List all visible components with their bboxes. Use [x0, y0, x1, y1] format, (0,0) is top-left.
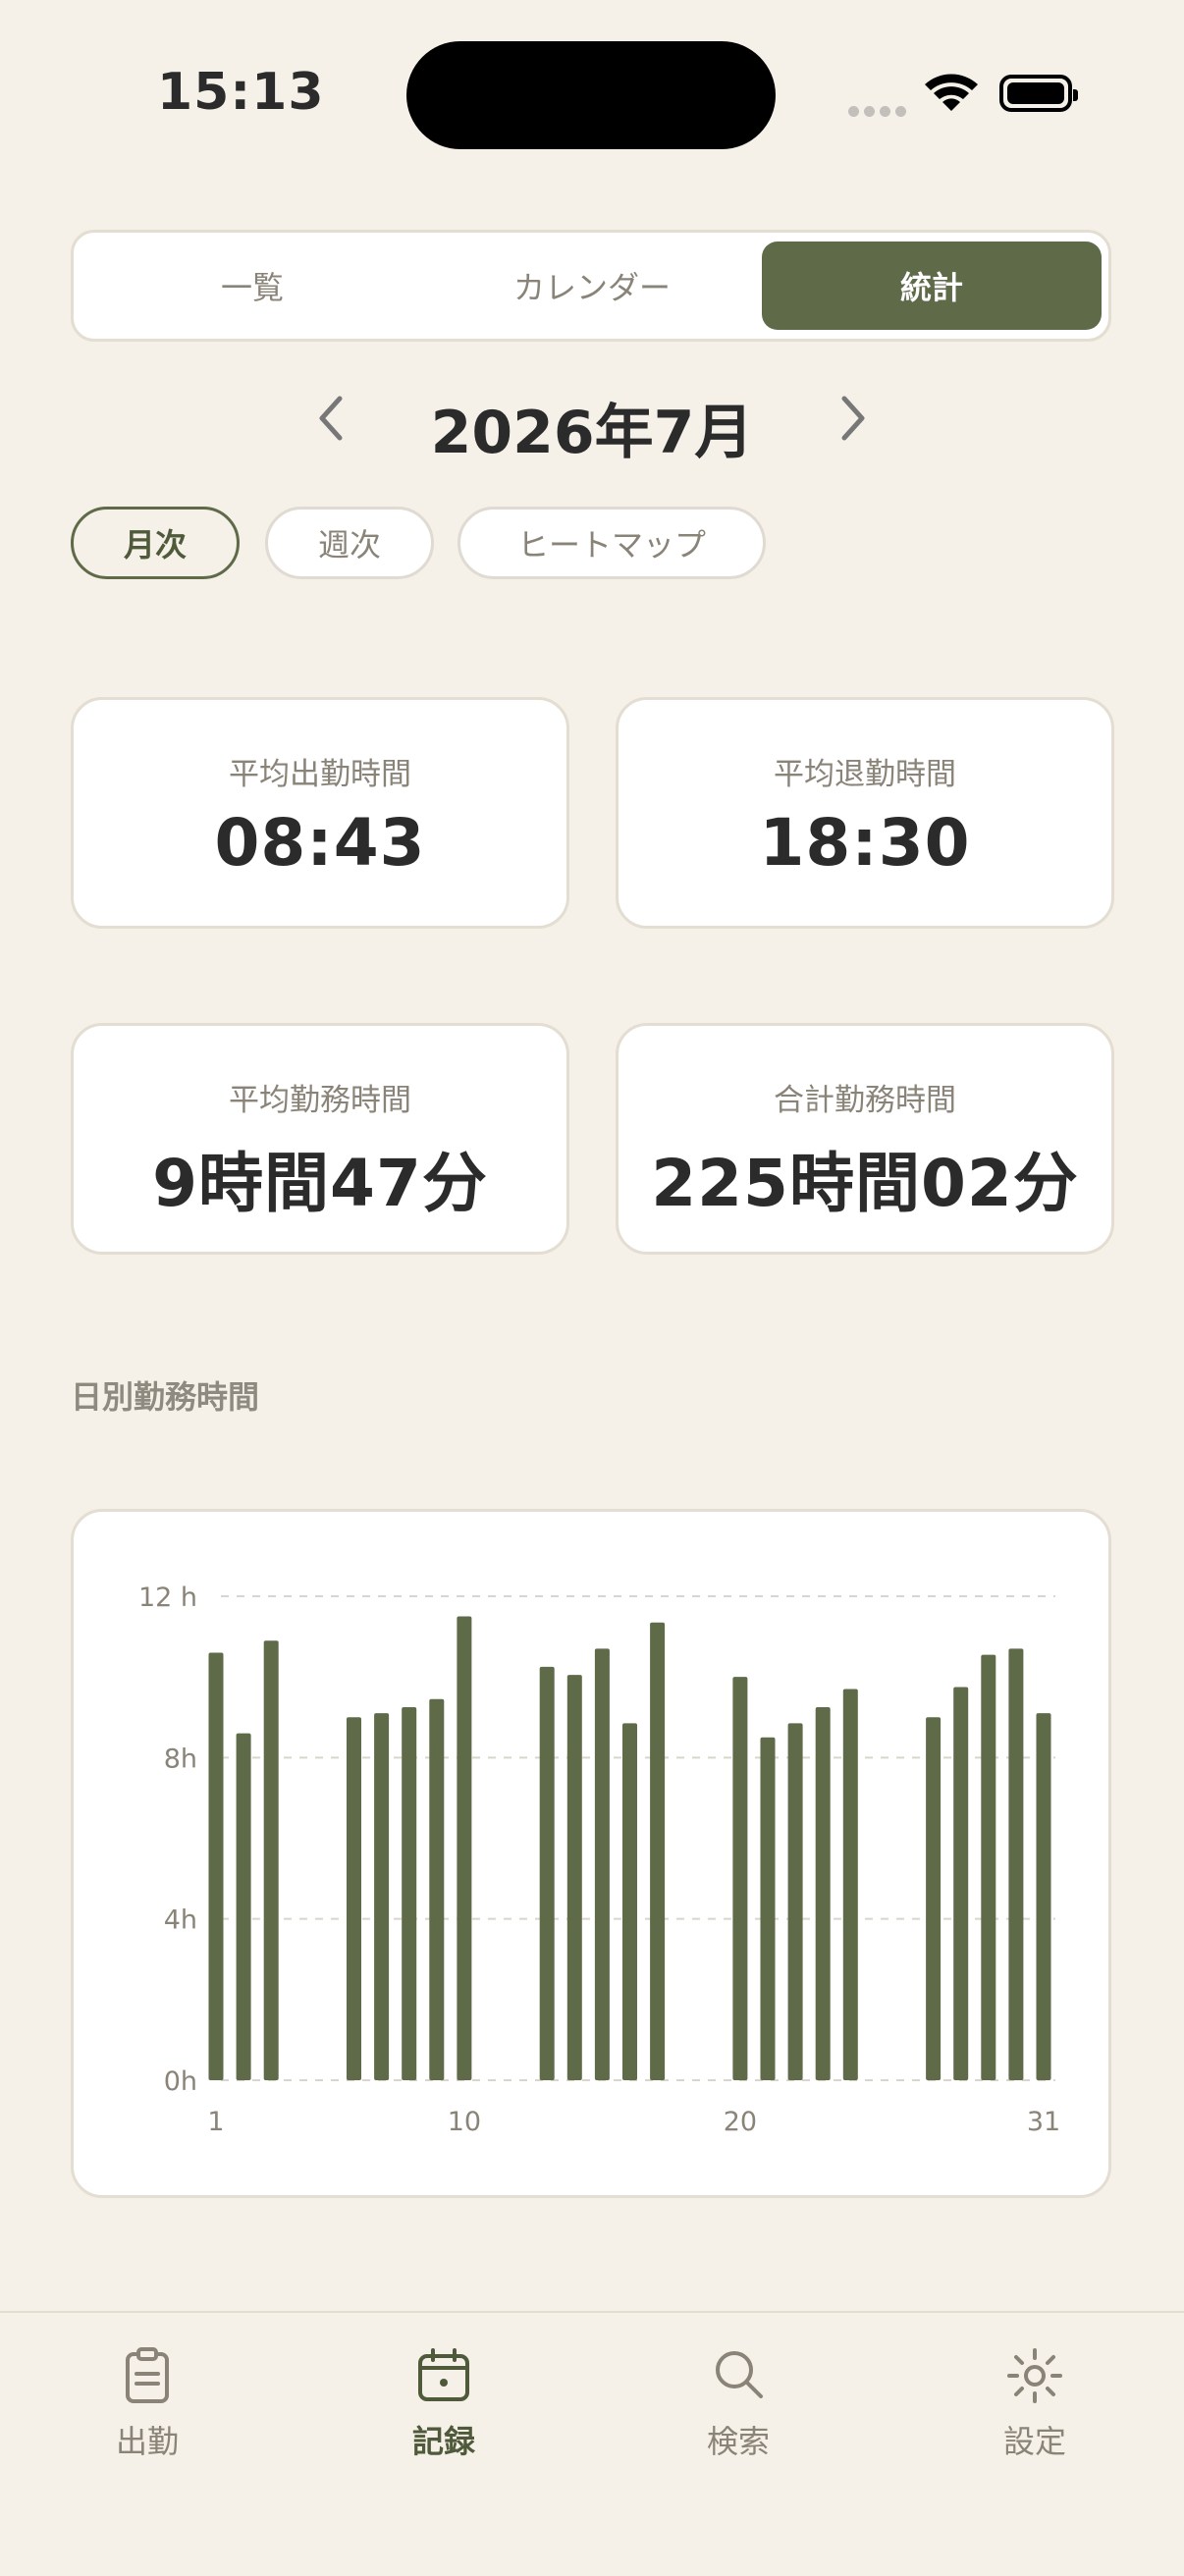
calendar-icon — [418, 2348, 469, 2401]
chip-heatmap[interactable]: ヒートマップ — [457, 507, 766, 579]
x-tick-label: 10 — [448, 2107, 481, 2137]
bar-day-22 — [787, 1723, 803, 2080]
chevron-left-icon — [319, 396, 343, 441]
clipboard-icon — [126, 2347, 169, 2403]
tab-label: 検索 — [706, 2423, 770, 2460]
tab-attendance[interactable]: 出勤 — [49, 2346, 245, 2462]
next-month-button[interactable] — [834, 389, 874, 460]
chip-weekly[interactable]: 週次 — [265, 507, 434, 579]
bar-day-16 — [622, 1723, 637, 2080]
stat-value: 225時間02分 — [651, 1146, 1079, 1221]
stat-card-avg-work: 平均勤務時間 9時間47分 — [71, 1023, 569, 1255]
chip-monthly[interactable]: 月次 — [71, 507, 240, 579]
chevron-right-icon — [841, 396, 865, 441]
bar-day-24 — [842, 1689, 858, 2080]
cellular-signal-icon — [848, 102, 911, 121]
stat-card-avg-start: 平均出勤時間 08:43 — [71, 697, 569, 929]
chart-title: 日別勤務時間 — [71, 1378, 260, 1416]
bar-day-2 — [236, 1733, 251, 2080]
bar-day-27 — [926, 1717, 942, 2080]
battery-icon — [999, 75, 1078, 112]
tab-records[interactable]: 記録 — [346, 2346, 542, 2462]
tab-bar: 出勤 記録 検索 設定 — [0, 2311, 1184, 2576]
bar-day-10 — [457, 1616, 472, 2080]
bar-day-9 — [429, 1698, 445, 2080]
bar-day-21 — [760, 1737, 776, 2080]
status-time: 15:13 — [157, 63, 325, 122]
stat-label: 平均退勤時間 — [774, 757, 956, 792]
bar-day-1 — [208, 1652, 224, 2080]
stat-value: 9時間47分 — [152, 1146, 488, 1221]
x-tick-label: 20 — [724, 2107, 757, 2137]
view-segmented-control: 一覧 カレンダー 統計 — [71, 230, 1111, 342]
search-icon — [716, 2351, 763, 2398]
month-title: 2026年7月 — [430, 399, 754, 467]
y-tick-label: 8h — [164, 1744, 197, 1774]
bar-day-17 — [650, 1622, 666, 2080]
bar-day-6 — [347, 1717, 361, 2080]
tab-search[interactable]: 検索 — [640, 2346, 836, 2462]
bar-day-29 — [981, 1654, 996, 2080]
bar-day-20 — [732, 1677, 748, 2080]
x-tick-label: 31 — [1027, 2107, 1060, 2137]
segment-calendar[interactable]: カレンダー — [422, 242, 762, 330]
bar-day-7 — [374, 1713, 390, 2080]
bar-day-8 — [402, 1706, 417, 2080]
stat-value: 18:30 — [759, 805, 971, 881]
gear-icon — [1007, 2348, 1062, 2403]
stat-card-total-work: 合計勤務時間 225時間02分 — [616, 1023, 1114, 1255]
y-tick-label: 4h — [164, 1905, 197, 1936]
bar-day-3 — [263, 1640, 279, 2080]
dynamic-island — [406, 41, 776, 149]
segment-list[interactable]: 一覧 — [82, 242, 422, 330]
bar-day-28 — [953, 1687, 969, 2080]
x-tick-label: 1 — [207, 2107, 224, 2137]
y-tick-label: 12 h — [138, 1583, 197, 1613]
segment-stats[interactable]: 統計 — [762, 242, 1102, 330]
daily-hours-chart: 0h 4h 8h 12 h 1 10 20 31 — [71, 1509, 1111, 2198]
y-tick-label: 0h — [164, 2066, 197, 2097]
bar-day-23 — [815, 1706, 831, 2080]
bar-chart: 0h 4h 8h 12 h 1 10 20 31 — [138, 1583, 1060, 2137]
prev-month-button[interactable] — [310, 389, 350, 460]
tab-label: 記録 — [411, 2423, 475, 2460]
wifi-icon — [923, 71, 980, 118]
stat-label: 平均勤務時間 — [229, 1083, 411, 1118]
bar-day-30 — [1008, 1648, 1024, 2080]
bar-day-15 — [594, 1648, 610, 2080]
stat-card-avg-end: 平均退勤時間 18:30 — [616, 697, 1114, 929]
tab-settings[interactable]: 設定 — [937, 2346, 1133, 2462]
stat-label: 平均出勤時間 — [229, 757, 411, 792]
stat-label: 合計勤務時間 — [774, 1083, 956, 1118]
stat-value: 08:43 — [214, 805, 426, 881]
bar-day-13 — [539, 1666, 555, 2080]
tab-label: 出勤 — [115, 2423, 179, 2460]
bar-day-31 — [1036, 1713, 1051, 2080]
bar-day-14 — [566, 1675, 582, 2080]
tab-label: 設定 — [1002, 2423, 1066, 2460]
